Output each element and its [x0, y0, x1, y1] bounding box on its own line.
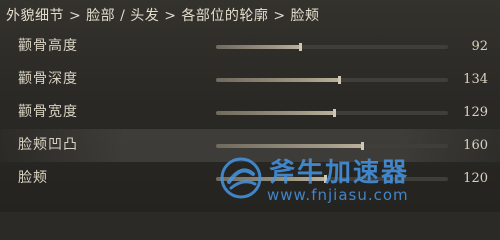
slider-label: 颧骨高度: [18, 38, 78, 54]
slider-handle[interactable]: [324, 175, 328, 183]
slider-fill: [216, 144, 363, 148]
slider-value: 129: [463, 105, 488, 120]
slider-value: 160: [463, 138, 488, 153]
cheekbone-width-slider[interactable]: [216, 109, 448, 117]
slider-handle[interactable]: [361, 142, 365, 150]
slider-label: 颧骨宽度: [18, 104, 78, 120]
cheekbone-depth-slider[interactable]: [216, 76, 448, 84]
slider-label: 脸颊: [18, 170, 48, 186]
slider-value: 134: [463, 72, 488, 87]
cheek-contour-slider[interactable]: [216, 142, 448, 150]
cheekbone-height-slider[interactable]: [216, 43, 448, 51]
slider-fill: [216, 111, 335, 115]
slider-row-cheekbone-depth[interactable]: 颧骨深度 134: [0, 63, 500, 96]
slider-row-cheek[interactable]: 脸颊 120: [0, 162, 500, 195]
cheek-slider[interactable]: [216, 175, 448, 183]
slider-row-cheekbone-width[interactable]: 颧骨宽度 129: [0, 96, 500, 129]
slider-fill: [216, 78, 339, 82]
slider-label: 颧骨深度: [18, 71, 78, 87]
slider-handle[interactable]: [298, 43, 302, 51]
slider-list: 颧骨高度 92 颧骨深度 134 颧骨宽度 129 脸颊凹凸 160 脸颊 12…: [0, 30, 500, 195]
slider-value: 120: [463, 171, 488, 186]
slider-handle[interactable]: [333, 109, 337, 117]
slider-row-cheek-contour[interactable]: 脸颊凹凸 160: [0, 129, 500, 162]
slider-handle[interactable]: [337, 76, 341, 84]
slider-fill: [216, 45, 300, 49]
breadcrumb: 外貌细节 > 脸部 / 头发 > 各部位的轮廓 > 脸颊: [6, 8, 320, 24]
slider-row-cheekbone-height[interactable]: 颧骨高度 92: [0, 30, 500, 63]
slider-value: 92: [471, 39, 488, 54]
slider-label: 脸颊凹凸: [18, 137, 78, 153]
slider-fill: [216, 177, 326, 181]
